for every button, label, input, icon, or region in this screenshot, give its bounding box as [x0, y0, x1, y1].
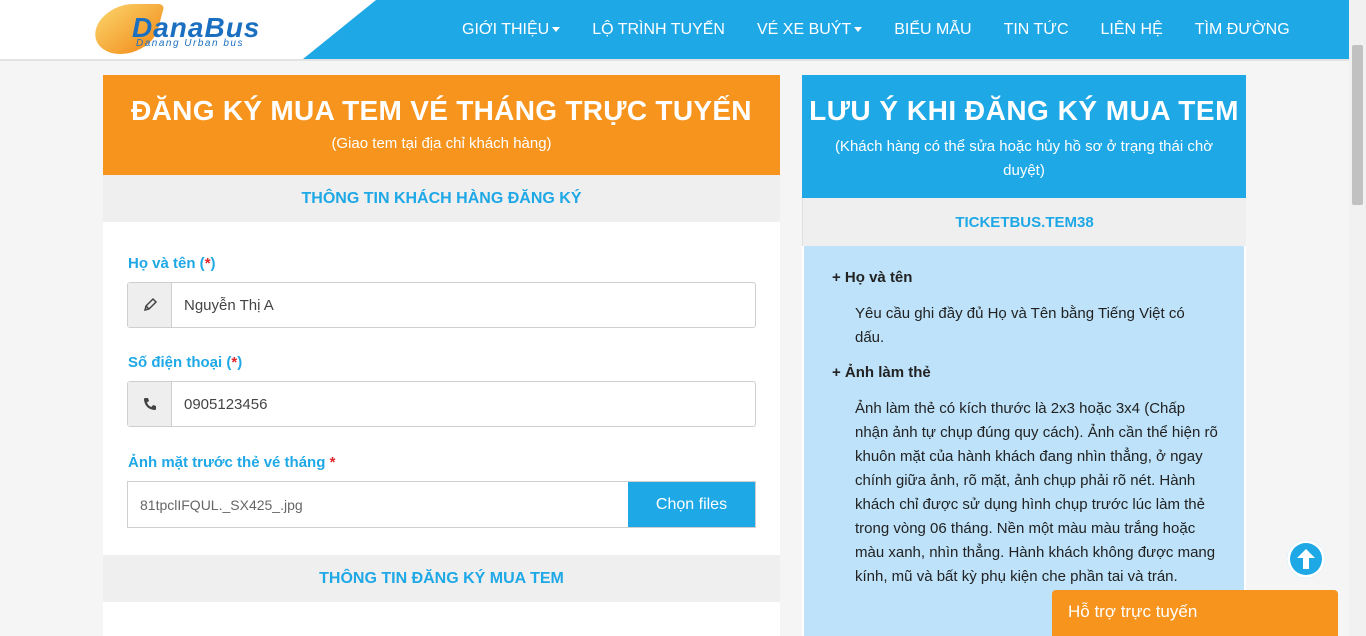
registration-header: ĐĂNG KÝ MUA TEM VÉ THÁNG TRỰC TUYẾN (Gia… [103, 75, 780, 175]
registration-subtitle: (Giao tem tại địa chỉ khách hàng) [331, 135, 552, 152]
nav-label: VÉ XE BUÝT [756, 20, 852, 38]
nav-label: TIN TỨC [1003, 20, 1069, 38]
note-heading-photo: + Ảnh làm thẻ [832, 364, 931, 381]
photo-label: Ảnh mặt trước thẻ vé tháng * [128, 454, 335, 471]
photo-file-field: 81tpclIFQUL._SX425_.jpg Chọn files [127, 481, 756, 528]
name-label: Họ và tên (*) [128, 255, 216, 272]
header-divider [0, 59, 1349, 61]
caret-down-icon [552, 26, 561, 32]
page-scrollbar[interactable] [1349, 0, 1366, 636]
phone-label-text: Số điện thoại ( [128, 354, 232, 371]
name-label-end: ) [210, 255, 216, 272]
arrow-up-icon [1297, 549, 1315, 569]
notes-title: LƯU Ý KHI ĐĂNG KÝ MUA TEM [809, 95, 1239, 126]
nav-tin-tuc[interactable]: TIN TỨC [988, 21, 1085, 39]
name-label-text: Họ và tên ( [128, 255, 205, 272]
caret-down-icon [854, 26, 863, 32]
registration-title: ĐĂNG KÝ MUA TEM VÉ THÁNG TRỰC TUYẾN [131, 95, 752, 126]
phone-label: Số điện thoại (*) [128, 354, 242, 371]
note-heading-name: + Họ và tên [832, 269, 913, 286]
name-field[interactable]: Nguyễn Thị A [127, 282, 756, 328]
name-input[interactable]: Nguyễn Thị A [172, 283, 274, 327]
online-support-button[interactable]: Hỗ trợ trực tuyến [1052, 590, 1338, 636]
nav-lo-trinh-tuyen[interactable]: LỘ TRÌNH TUYẾN [576, 21, 741, 39]
nav-label: BIỂU MẪU [894, 20, 972, 38]
nav-label: TÌM ĐƯỜNG [1194, 20, 1290, 38]
nav-bieu-mau[interactable]: BIỂU MẪU [878, 21, 987, 39]
ticket-info-section: THÔNG TIN ĐĂNG KÝ MUA TEM [103, 555, 780, 602]
notes-code-bar: TICKETBUS.TEM38 [802, 198, 1246, 246]
required-mark: * [329, 454, 336, 471]
notes-card: LƯU Ý KHI ĐĂNG KÝ MUA TEM (Khách hàng có… [802, 75, 1246, 636]
site-header: DanaBus Danang Urban bus GIỚI THIỆU LỘ T… [0, 0, 1349, 59]
main-nav: GIỚI THIỆU LỘ TRÌNH TUYẾN VÉ XE BUÝT BIỂ… [446, 0, 1306, 59]
notes-subtitle: (Khách hàng có thể sửa hoặc hủy hồ sơ ở … [834, 138, 1214, 179]
nav-label: LỘ TRÌNH TUYẾN [592, 20, 725, 38]
phone-input[interactable]: 0905123456 [172, 382, 267, 426]
nav-tim-duong[interactable]: TÌM ĐƯỜNG [1179, 21, 1306, 39]
logo-tagline: Danang Urban bus [136, 38, 244, 49]
customer-form: Họ và tên (*) Nguyễn Thị A Số điện thoại… [103, 222, 780, 555]
phone-icon [128, 382, 172, 426]
scroll-to-top-button[interactable] [1287, 540, 1325, 578]
pencil-icon [128, 283, 172, 327]
nav-lien-he[interactable]: LIÊN HỆ [1085, 21, 1179, 39]
nav-ve-xe-buyt[interactable]: VÉ XE BUÝT [741, 21, 878, 39]
note-text-name: Yêu cầu ghi đầy đủ Họ và Tên bằng Tiếng … [855, 305, 1185, 346]
choose-files-button[interactable]: Chọn files [628, 482, 755, 527]
customer-info-section: THÔNG TIN KHÁCH HÀNG ĐĂNG KÝ [103, 175, 780, 222]
registration-card: ĐĂNG KÝ MUA TEM VÉ THÁNG TRỰC TUYẾN (Gia… [103, 75, 780, 636]
nav-label: GIỚI THIỆU [462, 20, 550, 38]
phone-field[interactable]: 0905123456 [127, 381, 756, 427]
scrollbar-thumb[interactable] [1352, 45, 1363, 205]
notes-header: LƯU Ý KHI ĐĂNG KÝ MUA TEM (Khách hàng có… [802, 75, 1246, 198]
phone-label-end: ) [237, 354, 243, 371]
logo-area: DanaBus Danang Urban bus [0, 0, 376, 59]
note-text-photo: Ảnh làm thẻ có kích thước là 2x3 hoặc 3x… [855, 400, 1218, 585]
notes-body: + Họ và tên Yêu cầu ghi đầy đủ Họ và Tên… [804, 246, 1244, 636]
nav-gioi-thieu[interactable]: GIỚI THIỆU [446, 21, 576, 39]
file-name-display: 81tpclIFQUL._SX425_.jpg [140, 496, 303, 513]
photo-label-text: Ảnh mặt trước thẻ vé tháng [128, 454, 330, 471]
nav-label: LIÊN HỆ [1100, 20, 1163, 38]
